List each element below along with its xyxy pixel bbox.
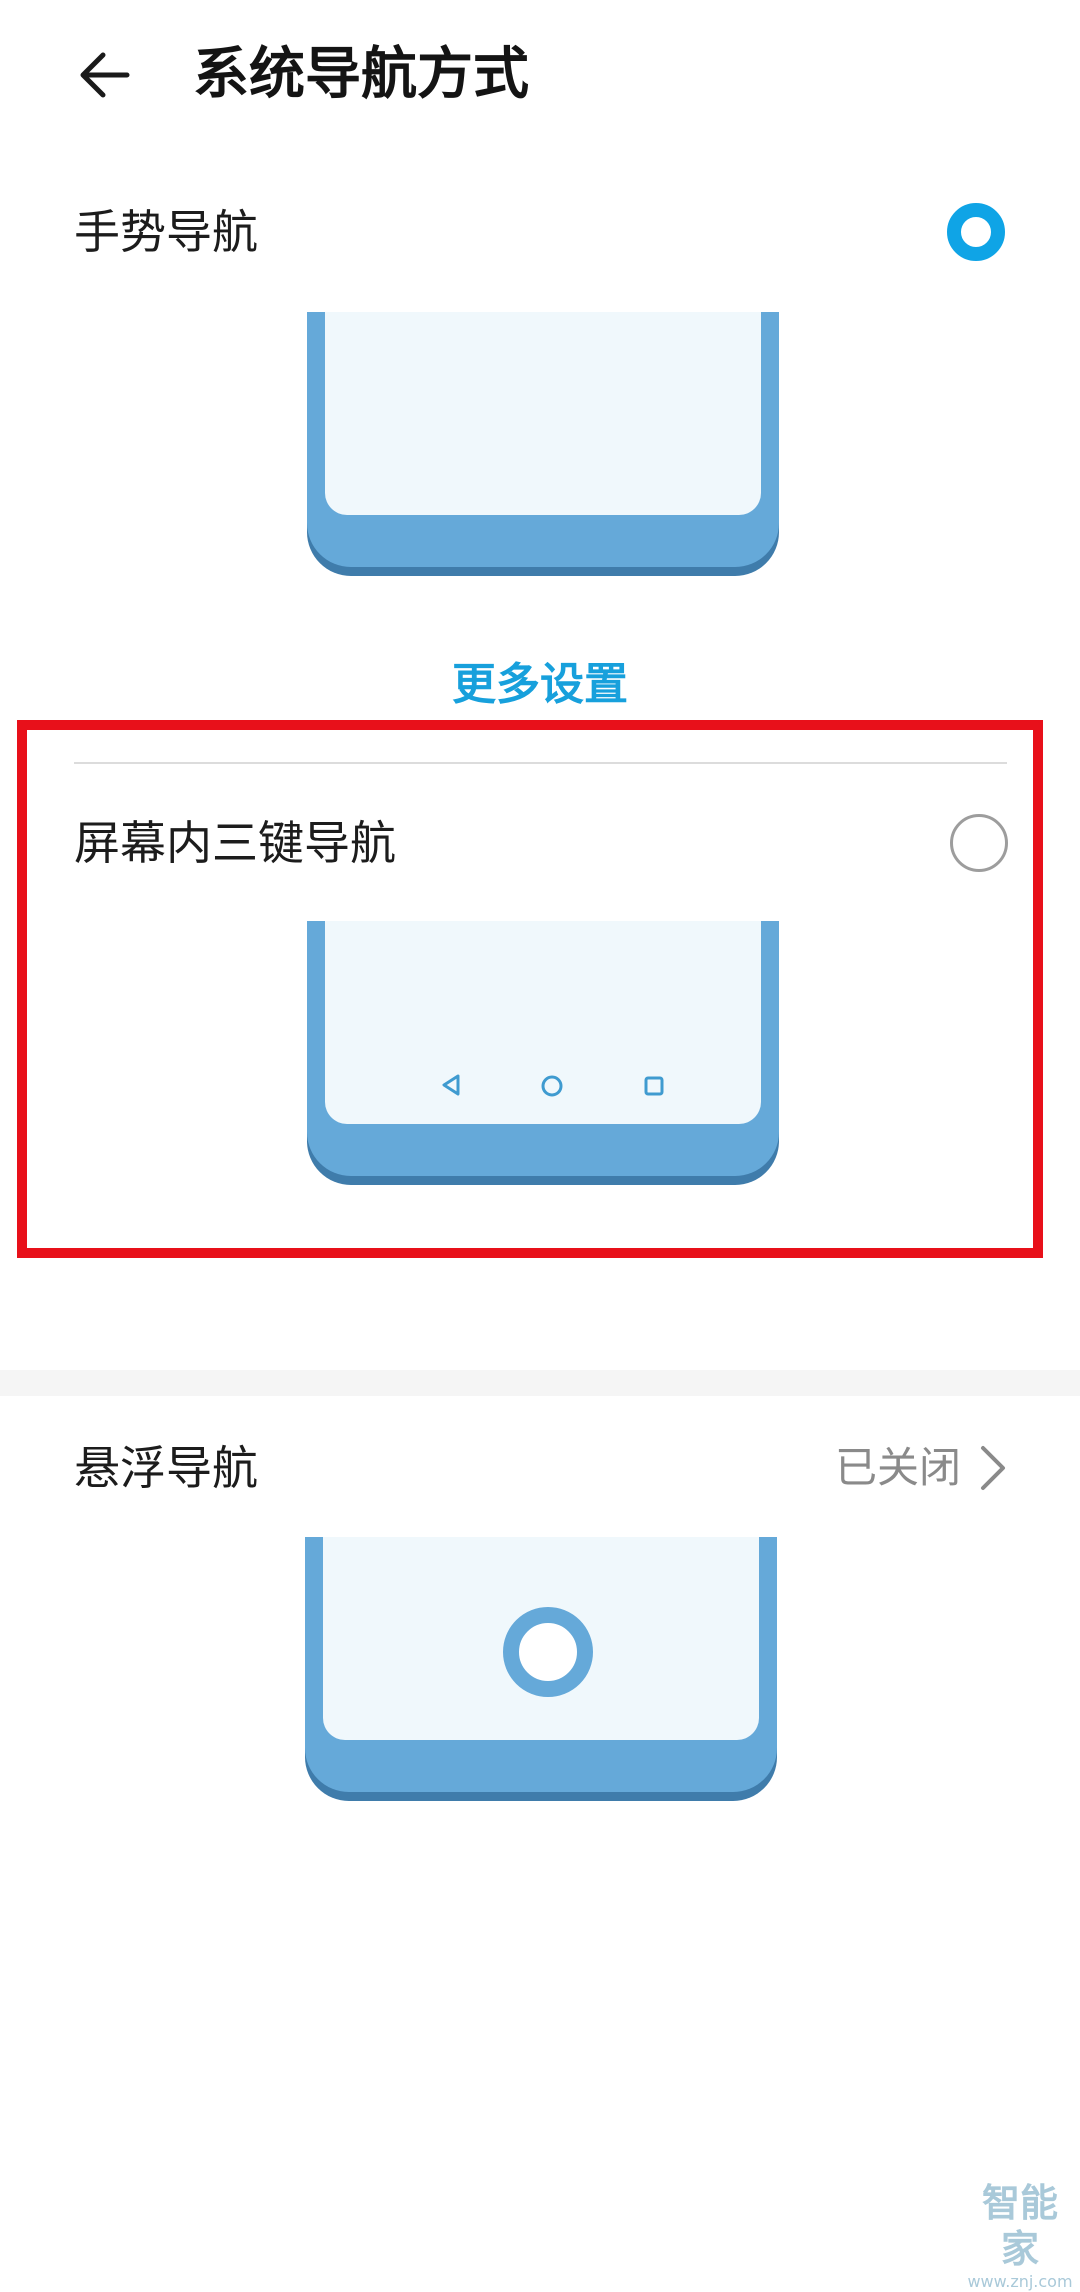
floating-navigation-label[interactable]: 悬浮导航 (74, 1428, 258, 1508)
more-settings-link[interactable]: 更多设置 (0, 650, 1080, 720)
gesture-navigation-illustration (307, 312, 779, 567)
watermark: 智能家 www.znj.com (965, 2180, 1075, 2291)
chevron-right-icon (981, 1446, 1005, 1490)
arrow-left-icon (80, 52, 130, 98)
phone-screen (323, 1537, 759, 1740)
watermark-url: www.znj.com (967, 2272, 1073, 2291)
watermark-logo-text: 智能家 (981, 2181, 1058, 2271)
highlight-annotation-box (17, 720, 1043, 1258)
gesture-navigation-label[interactable]: 手势导航 (74, 192, 258, 272)
phone-screen (325, 312, 761, 515)
floating-button-icon (503, 1607, 593, 1697)
back-button[interactable] (60, 30, 150, 120)
section-divider (0, 1370, 1080, 1396)
floating-navigation-status: 已关闭 (835, 1443, 962, 1492)
floating-navigation-illustration (305, 1537, 777, 1792)
page-title: 系统导航方式 (193, 42, 529, 107)
gesture-navigation-radio[interactable] (947, 203, 1005, 261)
